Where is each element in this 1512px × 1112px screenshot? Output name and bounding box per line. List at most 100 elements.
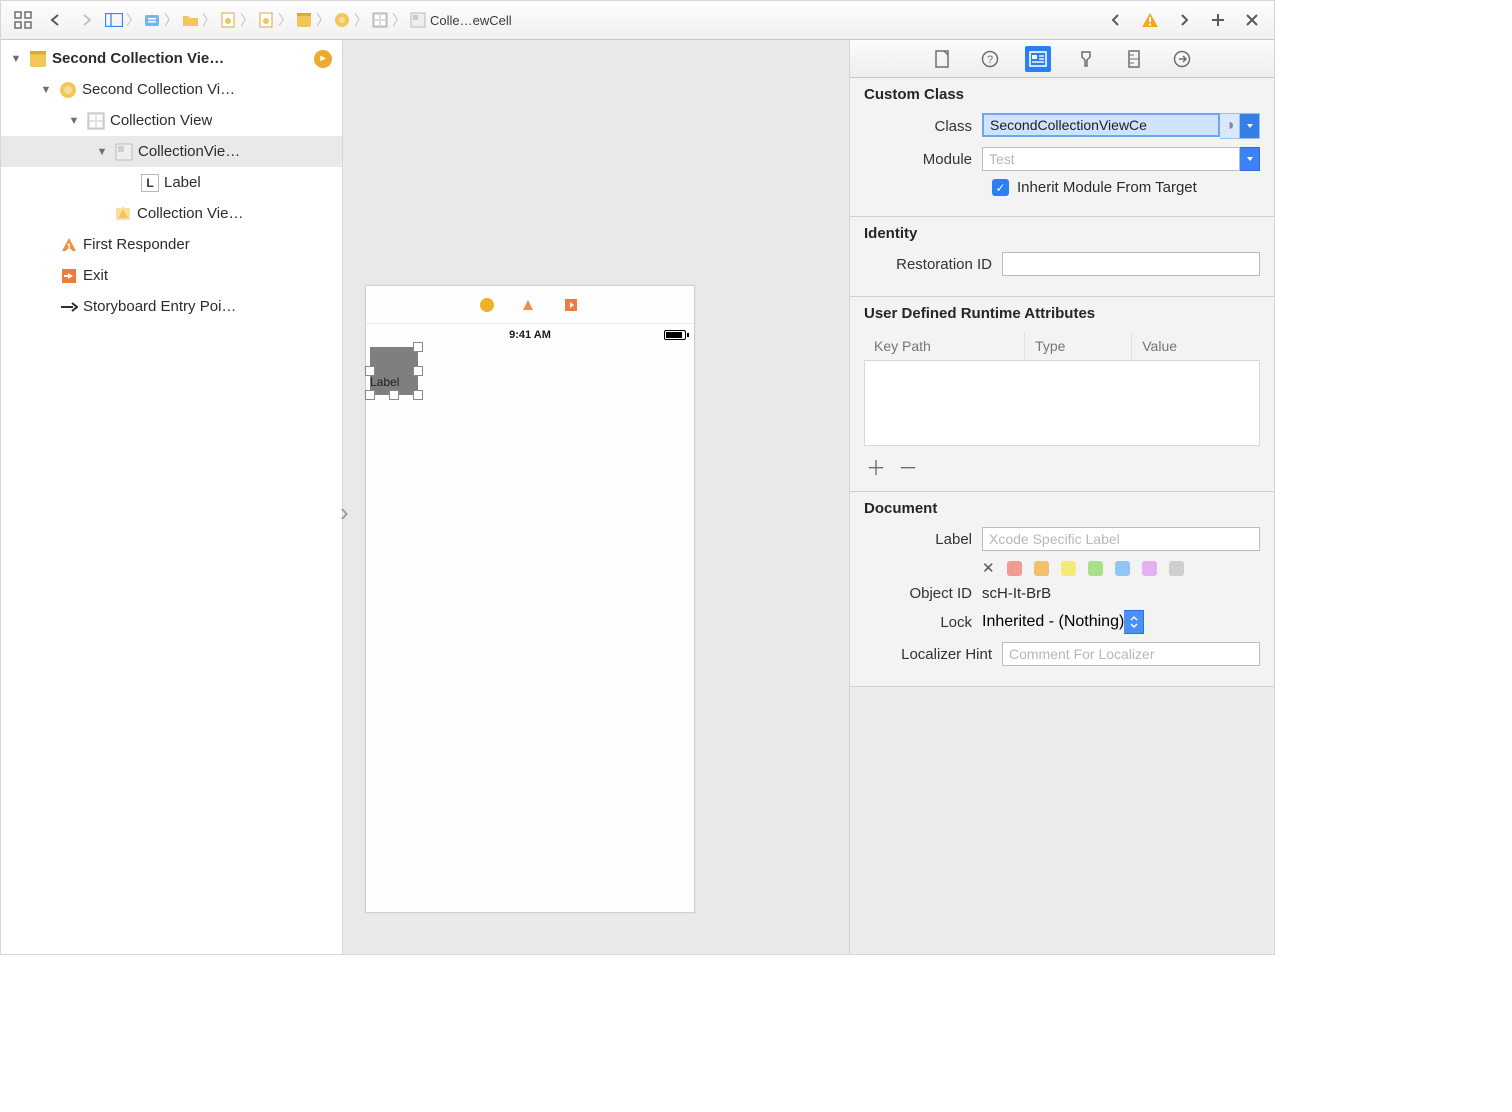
localizer-hint-label: Localizer Hint (864, 646, 1002, 663)
column-header[interactable]: Type (1025, 332, 1132, 360)
outline-label-row[interactable]: L Label (1, 167, 342, 198)
section-title: Document (864, 500, 1260, 517)
column-header[interactable]: Value (1132, 332, 1260, 360)
history-forward-button[interactable] (73, 7, 101, 33)
color-swatch-green[interactable] (1088, 561, 1103, 576)
chevron-right-icon: 〉 (240, 10, 254, 30)
identity-inspector-tab[interactable] (1025, 46, 1051, 72)
disclosure-triangle-icon[interactable]: ▼ (39, 84, 53, 96)
module-field[interactable] (982, 147, 1240, 171)
panel-icon[interactable] (105, 11, 123, 29)
outline-label: Second Collection Vie… (52, 50, 224, 67)
color-swatch-yellow[interactable] (1061, 561, 1076, 576)
warning-icon[interactable] (1136, 7, 1164, 33)
file-inspector-tab[interactable] (929, 46, 955, 72)
outline-label: Storyboard Entry Poi… (83, 298, 236, 315)
color-none-button[interactable]: ✕ (982, 559, 995, 577)
help-inspector-tab[interactable]: ? (977, 46, 1003, 72)
svg-text:?: ? (987, 54, 993, 66)
resize-handle[interactable] (389, 390, 399, 400)
device-frame: 9:41 AM Label (365, 285, 695, 913)
outline-exit-row[interactable]: Exit (1, 260, 342, 291)
color-swatch-gray[interactable] (1169, 561, 1184, 576)
resize-handle[interactable] (413, 342, 423, 352)
file-icon[interactable] (219, 11, 237, 29)
close-editor-button[interactable] (1238, 7, 1266, 33)
outline-flow-layout-row[interactable]: Collection Vie… (1, 198, 342, 229)
color-swatch-purple[interactable] (1142, 561, 1157, 576)
connections-inspector-tab[interactable] (1169, 46, 1195, 72)
color-swatch-orange[interactable] (1034, 561, 1049, 576)
first-responder-dock-icon[interactable] (518, 295, 537, 314)
runtime-table-header: Key Path Type Value (864, 332, 1260, 361)
outline-controller-row[interactable]: ▼ Second Collection Vi… (1, 74, 342, 105)
project-icon[interactable] (143, 11, 161, 29)
issue-back-button[interactable] (1102, 7, 1130, 33)
class-label: Class (864, 118, 982, 135)
custom-class-section: Custom Class Class ◑ Module (850, 78, 1274, 217)
breadcrumb-label[interactable]: Colle…ewCell (430, 13, 512, 28)
size-inspector-tab[interactable] (1121, 46, 1147, 72)
outline-label: Exit (83, 267, 108, 284)
view-controller-icon (58, 80, 77, 99)
outline-label: CollectionVie… (138, 143, 240, 160)
issue-forward-button[interactable] (1170, 7, 1198, 33)
color-swatch-red[interactable] (1007, 561, 1022, 576)
module-label: Module (864, 151, 982, 168)
color-swatch-blue[interactable] (1115, 561, 1130, 576)
class-jump-button[interactable]: ◑ (1220, 113, 1240, 139)
lock-dropdown-button[interactable] (1124, 610, 1144, 634)
restoration-id-label: Restoration ID (864, 256, 1002, 273)
outline-collection-view-row[interactable]: ▼ Collection View (1, 105, 342, 136)
add-editor-button[interactable] (1204, 7, 1232, 33)
folder-icon[interactable] (181, 11, 199, 29)
resize-handle[interactable] (365, 366, 375, 376)
lock-select[interactable]: Inherited - (Nothing) (982, 610, 1124, 634)
canvas-cell-label: Label (370, 375, 399, 389)
runtime-attributes-section: User Defined Runtime Attributes Key Path… (850, 297, 1274, 492)
identity-section: Identity Restoration ID (850, 217, 1274, 297)
outline-cell-row[interactable]: ▼ CollectionVie… (1, 136, 342, 167)
chevron-right-icon: 〉 (354, 10, 368, 30)
view-controller-dock-icon[interactable] (480, 298, 494, 312)
disclosure-triangle-icon[interactable]: ▼ (9, 53, 23, 65)
doc-label-field[interactable] (982, 527, 1260, 551)
runtime-table-body[interactable] (864, 361, 1260, 446)
class-dropdown-button[interactable] (1240, 113, 1260, 139)
resize-handle[interactable] (365, 390, 375, 400)
column-header[interactable]: Key Path (864, 332, 1025, 360)
class-field[interactable] (982, 113, 1220, 137)
document-section: Document Label ✕ (850, 492, 1274, 687)
flow-layout-icon (113, 204, 132, 223)
outline-label: First Responder (83, 236, 190, 253)
collection-view-icon[interactable] (371, 11, 389, 29)
disclosure-triangle-icon[interactable]: ▼ (95, 146, 109, 158)
canvas[interactable]: › 9:41 AM Label (343, 40, 849, 954)
remove-attribute-button[interactable]: － (898, 452, 918, 481)
exit-icon (59, 266, 78, 285)
outline-first-responder-row[interactable]: 1 First Responder (1, 229, 342, 260)
attributes-inspector-tab[interactable] (1073, 46, 1099, 72)
add-attribute-button[interactable]: ＋ (866, 452, 886, 481)
entry-point-indicator-icon: ▸ (314, 50, 332, 68)
related-items-button[interactable] (9, 7, 37, 33)
inherit-module-checkbox[interactable]: ✓ (992, 179, 1009, 196)
object-id-label: Object ID (864, 585, 982, 602)
outline-label: Second Collection Vi… (82, 81, 235, 98)
restoration-id-field[interactable] (1002, 252, 1260, 276)
outline-scene-row[interactable]: ▼ Second Collection Vie… ▸ (1, 43, 342, 74)
file-icon[interactable] (257, 11, 275, 29)
history-back-button[interactable] (41, 7, 69, 33)
controller-icon[interactable] (333, 11, 351, 29)
resize-handle[interactable] (413, 366, 423, 376)
jump-bar: 〉 〉 〉 〉 〉 〉 〉 〉 Colle…ewCell (1, 1, 1274, 40)
exit-dock-icon[interactable] (561, 295, 580, 314)
localizer-hint-field[interactable] (1002, 642, 1260, 666)
outline-entry-point-row[interactable]: Storyboard Entry Poi… (1, 291, 342, 322)
cell-icon[interactable] (409, 11, 427, 29)
module-dropdown-button[interactable] (1240, 147, 1260, 171)
outline-toggle-icon[interactable]: › (340, 497, 349, 528)
resize-handle[interactable] (413, 390, 423, 400)
scene-icon[interactable] (295, 11, 313, 29)
disclosure-triangle-icon[interactable]: ▼ (67, 115, 81, 127)
